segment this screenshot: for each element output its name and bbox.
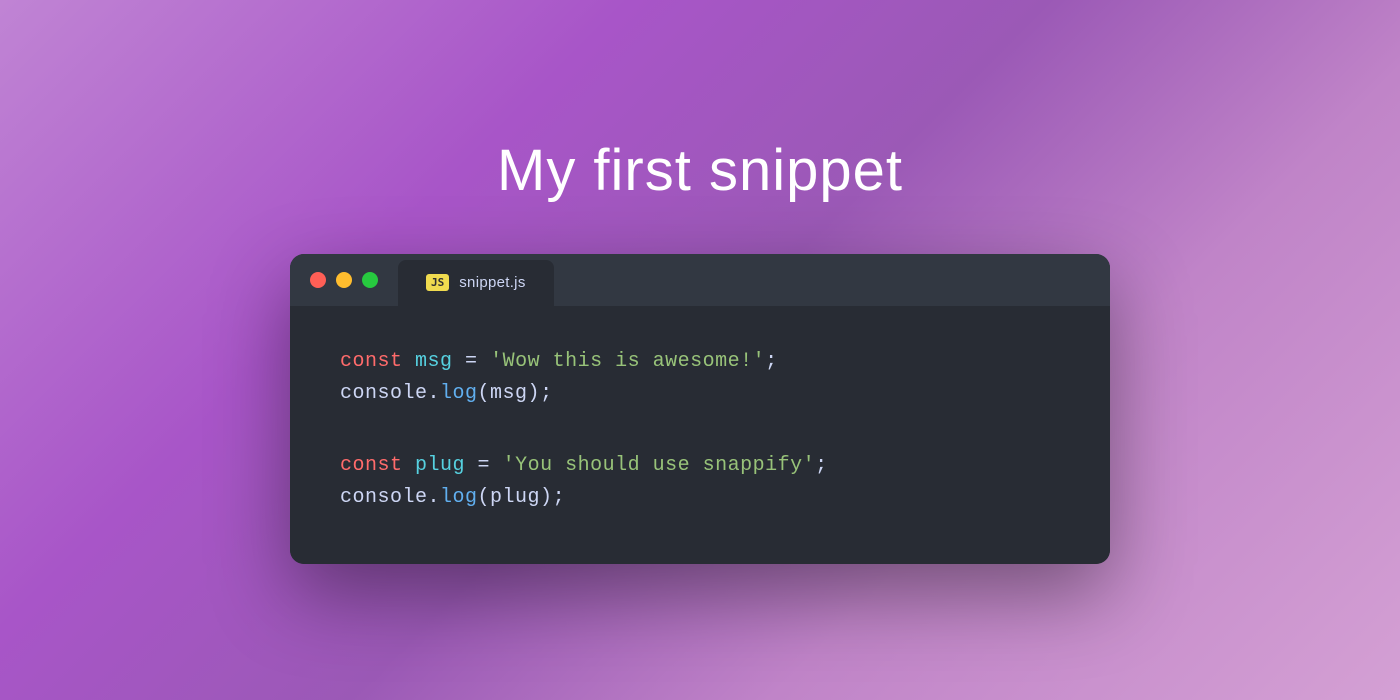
code-line-1-2: console.log(msg);: [340, 378, 1060, 410]
titlebar: JS snippet.js: [290, 254, 1110, 306]
code-block-2: const plug = 'You should use snappify'; …: [340, 450, 1060, 514]
minimize-button-icon[interactable]: [336, 272, 352, 288]
file-tab[interactable]: JS snippet.js: [398, 260, 554, 306]
close-button-icon[interactable]: [310, 272, 326, 288]
maximize-button-icon[interactable]: [362, 272, 378, 288]
code-line-2-2: console.log(plug);: [340, 482, 1060, 514]
js-badge: JS: [426, 274, 449, 291]
tab-filename: snippet.js: [459, 274, 525, 291]
page-title: My first snippet: [497, 137, 903, 204]
window-controls: [290, 254, 398, 306]
editor-window: JS snippet.js const msg = 'Wow this is a…: [290, 254, 1110, 564]
code-block-1: const msg = 'Wow this is awesome!'; cons…: [340, 346, 1060, 410]
code-line-2-1: const plug = 'You should use snappify';: [340, 450, 1060, 482]
code-area: const msg = 'Wow this is awesome!'; cons…: [290, 306, 1110, 564]
code-line-1-1: const msg = 'Wow this is awesome!';: [340, 346, 1060, 378]
